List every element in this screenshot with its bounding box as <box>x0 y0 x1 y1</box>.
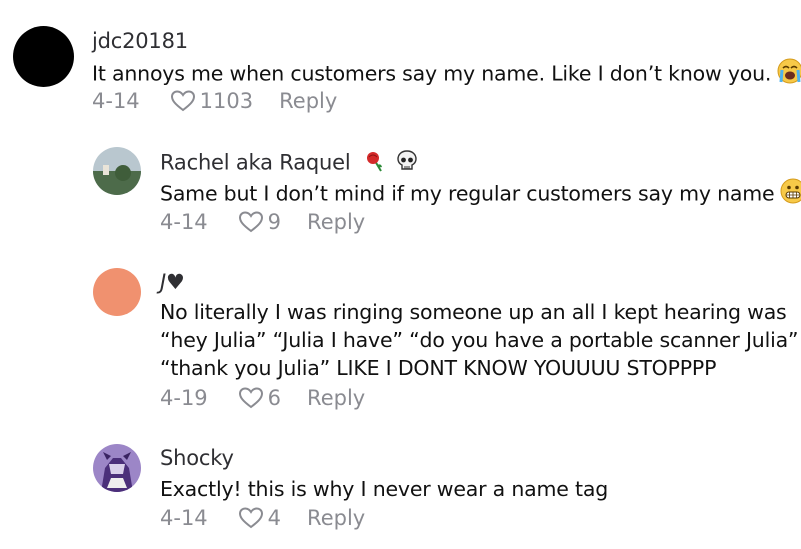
username[interactable]: J♥ <box>160 270 185 294</box>
reply-button[interactable]: Reply <box>279 89 337 113</box>
comment-meta: 4-14 4 Reply <box>160 506 365 530</box>
comment-line: Exactly! this is why I never wear a name… <box>160 477 609 501</box>
username-label: Rachel aka Raquel <box>160 150 351 175</box>
like-count: 4 <box>267 506 282 530</box>
comment-text: Exactly! this is why I never wear a name… <box>160 475 608 503</box>
comment-text: It annoys me when customers say my name.… <box>92 58 801 91</box>
like-count: 1103 <box>199 89 254 113</box>
heart-icon[interactable] <box>170 89 196 113</box>
comment-meta: 4-14 1103 Reply <box>92 89 337 113</box>
comment-text: No literally I was ringing someone up an… <box>160 298 799 382</box>
rose-icon <box>363 149 387 178</box>
reply-button[interactable]: Reply <box>307 386 365 410</box>
comment-line: It annoys me when customers say my name.… <box>92 61 772 86</box>
comment-text: Same but I don’t mind if my regular cust… <box>160 178 801 211</box>
skull-icon <box>395 149 419 178</box>
username[interactable]: Shocky <box>160 446 234 470</box>
like-button[interactable]: 4 <box>238 506 281 530</box>
like-count: 6 <box>267 386 282 410</box>
comment-line: “hey Julia” “Julia I have” “do you have … <box>160 328 799 352</box>
avatar[interactable] <box>13 26 74 87</box>
username[interactable]: jdc20181 <box>92 29 188 53</box>
comment-date: 4-14 <box>160 506 208 530</box>
heart-icon[interactable] <box>238 506 264 530</box>
username[interactable]: Rachel aka Raquel <box>160 149 419 178</box>
crying-face-icon <box>777 58 801 91</box>
reply-button[interactable]: Reply <box>307 210 365 234</box>
comment-date: 4-19 <box>160 386 208 410</box>
like-button[interactable]: 1103 <box>170 89 253 113</box>
grimacing-face-icon <box>780 178 801 211</box>
avatar[interactable] <box>93 147 141 195</box>
comment-line: “thank you Julia” LIKE I DONT KNOW YOUUU… <box>160 356 717 380</box>
comment-date: 4-14 <box>92 89 140 113</box>
reply-button[interactable]: Reply <box>307 506 365 530</box>
comment-date: 4-14 <box>160 210 208 234</box>
comment-line: No literally I was ringing someone up an… <box>160 300 787 324</box>
comment-meta: 4-19 6 Reply <box>160 386 365 410</box>
heart-icon[interactable] <box>238 210 264 234</box>
like-button[interactable]: 6 <box>238 386 281 410</box>
avatar[interactable] <box>93 444 141 492</box>
heart-icon[interactable] <box>238 386 264 410</box>
like-count: 9 <box>267 210 282 234</box>
comment-meta: 4-14 9 Reply <box>160 210 365 234</box>
comment-line: Same but I don’t mind if my regular cust… <box>160 181 775 206</box>
avatar[interactable] <box>93 268 141 316</box>
like-button[interactable]: 9 <box>238 210 281 234</box>
